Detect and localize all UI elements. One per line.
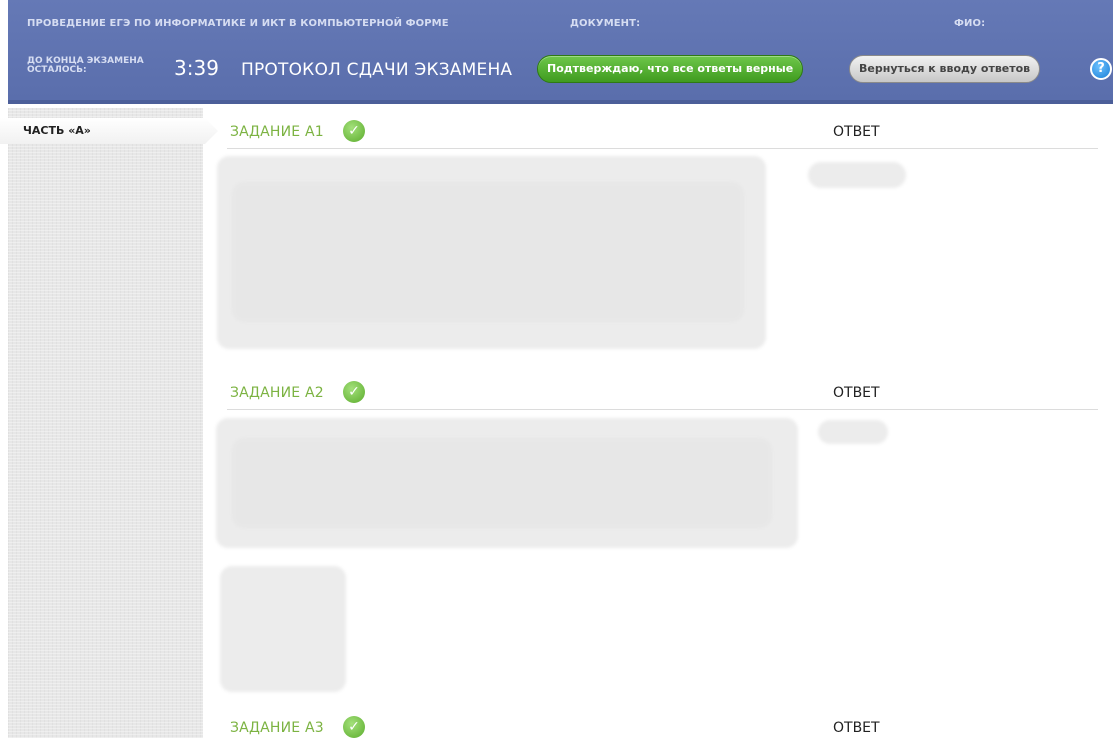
sidebar xyxy=(8,108,203,738)
task-divider xyxy=(227,148,1098,149)
part-a-label: ЧАСТЬ «А» xyxy=(23,124,91,137)
time-left-value: 3:39 xyxy=(174,56,219,80)
task-a2-figure-blurred xyxy=(220,566,346,692)
confirm-answers-button[interactable]: Подтверждаю, что все ответы верные xyxy=(537,55,804,83)
task-divider xyxy=(227,409,1098,410)
check-icon: ✓ xyxy=(343,716,365,738)
fio-label: ФИО: xyxy=(954,18,986,29)
time-left-label: ДО КОНЦА ЭКЗАМЕНА ОСТАЛОСЬ: xyxy=(27,56,144,75)
answer-label-a2: ОТВЕТ xyxy=(833,385,880,401)
question-icon[interactable]: ? xyxy=(1090,58,1112,80)
task-a1-answer-blurred xyxy=(808,162,906,188)
task-a2-text-blurred xyxy=(232,438,772,528)
part-a-tab[interactable]: ЧАСТЬ «А» xyxy=(0,118,218,144)
task-a1-text-blurred xyxy=(232,182,744,322)
task-title-a2: ЗАДАНИЕ А2 xyxy=(230,385,324,401)
exam-header: ПРОВЕДЕНИЕ ЕГЭ ПО ИНФОРМАТИКЕ И ИКТ В КО… xyxy=(8,0,1113,104)
check-icon: ✓ xyxy=(343,120,365,142)
answer-label-a3: ОТВЕТ xyxy=(833,720,880,736)
document-label: ДОКУМЕНТ: xyxy=(570,18,641,29)
exam-title: ПРОВЕДЕНИЕ ЕГЭ ПО ИНФОРМАТИКЕ И ИКТ В КО… xyxy=(27,18,449,29)
protocol-title: ПРОТОКОЛ СДАЧИ ЭКЗАМЕНА xyxy=(241,60,513,80)
check-icon: ✓ xyxy=(343,381,365,403)
answer-label-a1: ОТВЕТ xyxy=(833,124,880,140)
task-title-a3: ЗАДАНИЕ А3 xyxy=(230,720,324,736)
task-title-a1: ЗАДАНИЕ А1 xyxy=(230,124,324,140)
back-to-answers-button[interactable]: Вернуться к вводу ответов xyxy=(849,55,1041,83)
task-a2-answer-blurred xyxy=(818,420,888,444)
